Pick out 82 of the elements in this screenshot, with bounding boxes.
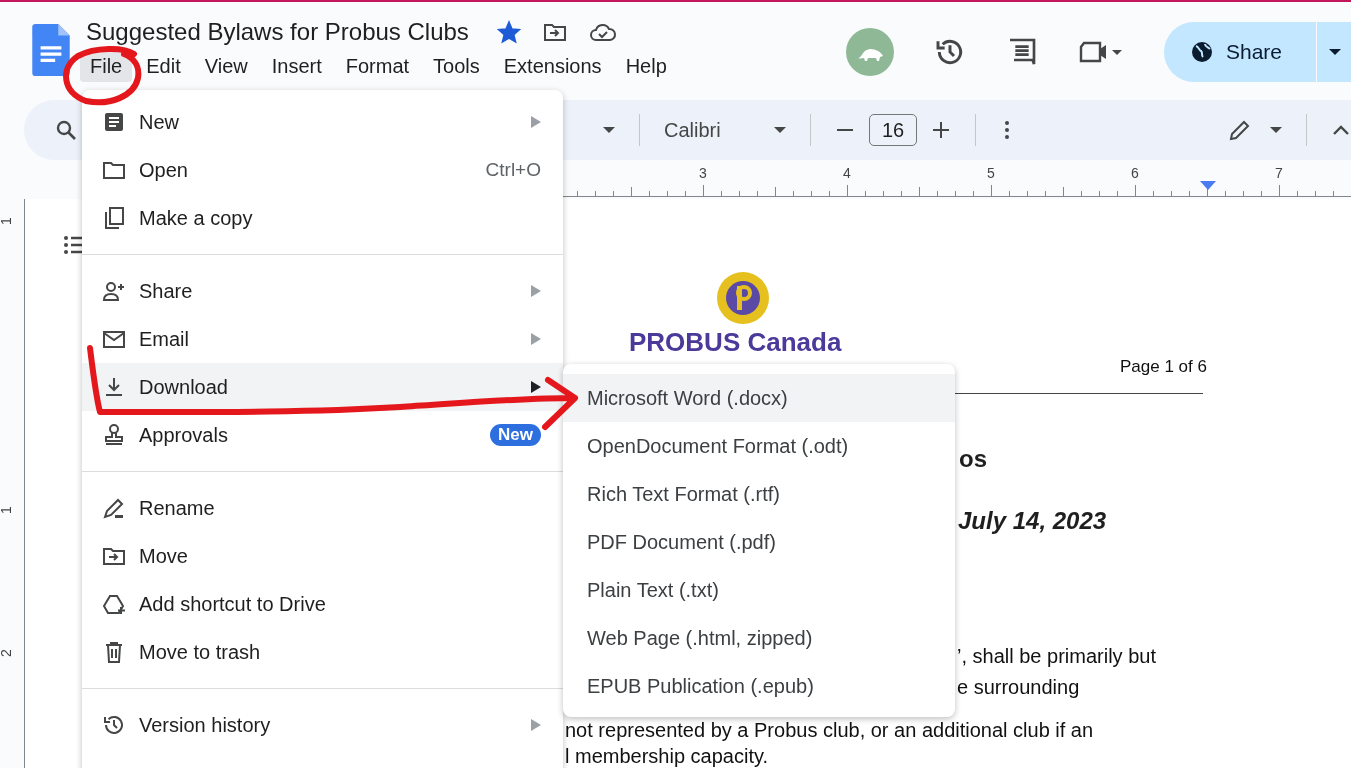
ruler-number: 3 — [698, 165, 708, 181]
submenu-item[interactable]: EPUB Publication (.epub) — [563, 662, 955, 710]
menu-item[interactable]: Share — [82, 267, 563, 315]
body-text-line: ’, shall be primarily but — [957, 645, 1156, 668]
globe-icon — [1189, 40, 1214, 64]
menu-item-label: Rename — [139, 496, 215, 520]
docs-logo-icon[interactable] — [32, 24, 70, 76]
font-dropdown[interactable]: Calibri — [664, 118, 756, 142]
menu-item[interactable]: Add shortcut to Drive — [82, 580, 563, 628]
ruler-number: 7 — [1274, 165, 1284, 181]
new-badge: New — [490, 424, 541, 446]
menu-bar-item[interactable]: File — [80, 52, 133, 82]
menu-bar-item[interactable]: Insert — [261, 52, 332, 82]
plus-icon[interactable] — [931, 120, 951, 140]
menu-item[interactable]: Move — [82, 532, 563, 580]
menu-item-label: Approvals — [139, 423, 228, 447]
ruler-number: 6 — [1130, 165, 1140, 181]
menu-item-label: Make a copy — [139, 206, 253, 230]
history-icon — [102, 713, 126, 737]
menu-item-label: Add shortcut to Drive — [139, 592, 326, 616]
menu-bar-item[interactable]: Extensions — [493, 52, 612, 82]
more-icon[interactable] — [1004, 120, 1010, 140]
menu-item[interactable]: Open Ctrl+O — [82, 146, 563, 194]
menu-item-label: Open — [139, 158, 188, 182]
body-text-line: not represented by a Probus club, or an additional club if an — [565, 719, 1094, 742]
menu-item-label: Download — [139, 375, 228, 399]
club-logo — [716, 271, 770, 325]
ruler-number: 2 — [0, 649, 14, 657]
caret-icon[interactable] — [603, 127, 615, 133]
heading-text: os — [959, 445, 987, 473]
caret-icon[interactable] — [774, 127, 786, 133]
ruler-number: 1 — [0, 506, 14, 514]
submenu-item[interactable]: Plain Text (.txt) — [563, 566, 955, 614]
submenu-item[interactable]: Microsoft Word (.docx) — [563, 374, 955, 422]
date-text: July 14, 2023 — [958, 507, 1107, 535]
indent-marker-icon[interactable] — [1200, 181, 1216, 190]
submenu-item[interactable]: Web Page (.html, zipped) — [563, 614, 955, 662]
font-size-field[interactable]: 16 — [869, 114, 917, 146]
submenu-item[interactable]: OpenDocument Format (.odt) — [563, 422, 955, 470]
page-number: Page 1 of 6 — [1120, 357, 1207, 377]
menu-item[interactable]: Download — [82, 363, 563, 411]
menu-item[interactable]: Approvals New — [82, 411, 563, 459]
body-text-line: l membership capacity. — [565, 745, 769, 768]
menu-bar-item[interactable]: Tools — [423, 52, 490, 82]
video-camera-icon[interactable] — [1077, 40, 1122, 64]
logo-text: PROBUS Canada — [629, 327, 842, 358]
pencil-icon[interactable] — [1228, 118, 1252, 142]
stamp-icon — [102, 423, 126, 447]
menu-item-label: New — [139, 110, 179, 134]
person-add-icon — [102, 279, 126, 303]
menu-item[interactable]: New — [82, 98, 563, 146]
submenu-item[interactable]: Rich Text Format (.rtf) — [563, 470, 955, 518]
menu-item[interactable]: Make a copy — [82, 194, 563, 242]
menu-bar-item[interactable]: Format — [335, 52, 420, 82]
menu-item-label: Email — [139, 327, 189, 351]
shortcut-text: Ctrl+O — [485, 159, 541, 181]
body-text-line: e surrounding — [957, 676, 1080, 699]
menu-item[interactable]: Rename — [82, 484, 563, 532]
document-title[interactable]: Suggested Bylaws for Probus Clubs — [86, 18, 469, 46]
star-icon[interactable] — [496, 20, 521, 44]
menu-bar-item[interactable]: View — [194, 52, 258, 82]
menu-bar-item[interactable]: Help — [615, 52, 677, 82]
menu-item[interactable]: Move to trash — [82, 628, 563, 676]
copy-icon — [102, 206, 126, 230]
ruler-number: 5 — [986, 165, 996, 181]
caret-icon[interactable] — [1270, 127, 1282, 133]
menu-item-label: Version history — [139, 713, 271, 737]
submenu-item[interactable]: PDF Document (.pdf) — [563, 518, 955, 566]
menu-item[interactable]: Email — [82, 315, 563, 363]
menu-bar-item[interactable]: Edit — [136, 52, 191, 82]
menu-item[interactable]: Version history — [82, 701, 563, 749]
ruler-number: 1 — [0, 217, 14, 225]
pencil-icon — [102, 496, 126, 520]
document-icon — [102, 110, 126, 134]
menu-item-label: Share — [139, 279, 193, 303]
share-button[interactable]: Share — [1163, 22, 1351, 82]
ruler-number: 4 — [842, 165, 852, 181]
menu-item-label: Move to trash — [139, 640, 261, 664]
search-icon[interactable] — [54, 118, 78, 142]
caret-icon — [1329, 49, 1341, 55]
outline-icon[interactable] — [63, 235, 85, 255]
menu-item-label: Move — [139, 544, 188, 568]
